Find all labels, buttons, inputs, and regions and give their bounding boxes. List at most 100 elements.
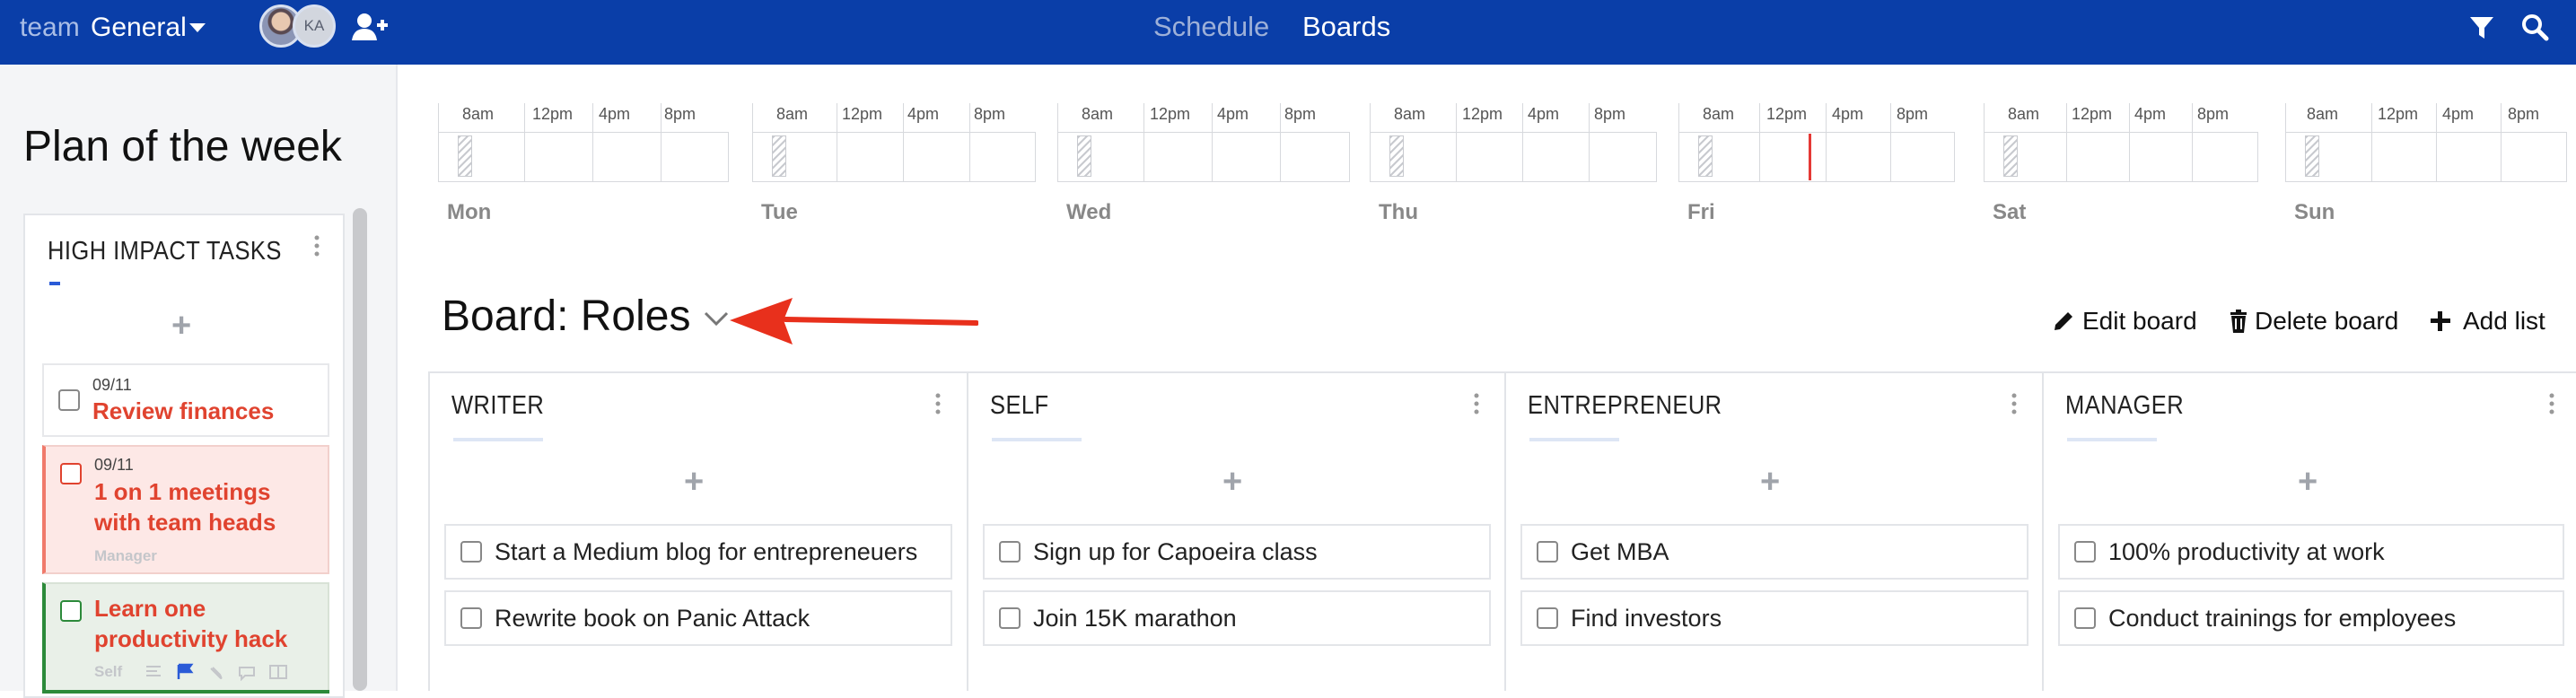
chevron-down-icon[interactable] bbox=[189, 23, 206, 32]
day-column[interactable]: 8am 12pm 4pm 8pm Tue bbox=[752, 103, 1036, 224]
more-vertical-icon[interactable] bbox=[314, 235, 320, 257]
task-card[interactable]: 09/11 Review finances bbox=[42, 363, 329, 437]
section-title: HIGH IMPACT TASKS bbox=[48, 237, 282, 266]
task-checkbox[interactable] bbox=[60, 600, 82, 622]
card-checkbox[interactable] bbox=[460, 607, 482, 629]
hour-label: 4pm bbox=[599, 105, 631, 123]
card-checkbox[interactable] bbox=[1537, 541, 1558, 563]
card-checkbox[interactable] bbox=[999, 607, 1021, 629]
hour-label: 4pm bbox=[1832, 105, 1864, 123]
hour-label: 8am bbox=[2008, 105, 2040, 123]
task-checkbox[interactable] bbox=[58, 389, 80, 411]
task-tag: Manager bbox=[94, 547, 157, 564]
card-checkbox[interactable] bbox=[460, 541, 482, 563]
hour-label: 8am bbox=[1703, 105, 1735, 123]
edit-board-button[interactable]: Edit board bbox=[2082, 307, 2197, 336]
blocked-time bbox=[458, 135, 472, 177]
team-selector[interactable]: General bbox=[91, 13, 187, 43]
day-label: Wed bbox=[1066, 200, 1112, 224]
list-title: SELF bbox=[990, 391, 1049, 420]
task-date: 09/11 bbox=[94, 456, 134, 474]
card-checkbox[interactable] bbox=[1537, 607, 1558, 629]
task-card[interactable]: Learn one productivity hack Self bbox=[42, 582, 329, 694]
day-timeline[interactable] bbox=[1370, 132, 1657, 182]
task-card[interactable]: 09/11 1 on 1 meetings with team heads Ma… bbox=[42, 445, 329, 574]
day-column[interactable]: 8am 12pm 4pm 8pm Mon bbox=[438, 103, 729, 224]
hour-label: 8am bbox=[2307, 105, 2339, 123]
day-column[interactable]: 8am 12pm 4pm 8pm Sat bbox=[1984, 103, 2258, 224]
sidebar-scrollbar[interactable] bbox=[353, 208, 367, 691]
avatar-initials[interactable]: KA bbox=[293, 4, 336, 48]
hour-label: 8pm bbox=[1284, 105, 1317, 123]
day-timeline[interactable] bbox=[2285, 132, 2567, 182]
task-date: 09/11 bbox=[92, 376, 132, 394]
nav-schedule[interactable]: Schedule bbox=[1153, 11, 1269, 43]
search-icon[interactable] bbox=[2520, 13, 2549, 41]
annotation-arrow-icon bbox=[730, 298, 978, 345]
list-card[interactable]: Join 15K marathon bbox=[983, 590, 1491, 646]
day-timeline[interactable] bbox=[1984, 132, 2258, 182]
add-card-button[interactable]: + bbox=[2298, 463, 2318, 502]
hour-label: 8pm bbox=[2197, 105, 2230, 123]
list-card[interactable]: Find investors bbox=[1520, 590, 2028, 646]
list-card[interactable]: Conduct trainings for employees bbox=[2058, 590, 2564, 646]
hour-label: 8am bbox=[1082, 105, 1114, 123]
day-label: Mon bbox=[447, 200, 492, 224]
more-vertical-icon[interactable] bbox=[1474, 393, 1479, 414]
high-impact-tasks-panel: HIGH IMPACT TASKS + 09/11 Review finance… bbox=[23, 214, 345, 698]
day-timeline[interactable] bbox=[1678, 132, 1955, 182]
day-column[interactable]: 8am 12pm 4pm 8pm Thu bbox=[1370, 103, 1657, 224]
task-title: 1 on 1 meetings with team heads bbox=[94, 478, 276, 536]
day-column[interactable]: 8am 12pm 4pm 8pm Fri bbox=[1678, 103, 1955, 224]
add-card-button[interactable]: + bbox=[1222, 463, 1242, 502]
hour-label: 12pm bbox=[2378, 105, 2419, 123]
more-vertical-icon[interactable] bbox=[935, 393, 941, 414]
hour-label: 12pm bbox=[532, 105, 574, 123]
card-text: Join 15K marathon bbox=[1033, 605, 1237, 632]
day-timeline[interactable] bbox=[1057, 132, 1350, 182]
day-timeline[interactable] bbox=[752, 132, 1036, 182]
list-title: ENTREPRENEUR bbox=[1528, 391, 1722, 420]
add-member-icon[interactable] bbox=[352, 12, 388, 42]
card-text: Rewrite book on Panic Attack bbox=[495, 605, 810, 632]
board-list: MANAGER + 100% productivity at work Cond… bbox=[2042, 373, 2576, 691]
day-label: Sat bbox=[1993, 200, 2027, 224]
add-task-button[interactable]: + bbox=[171, 307, 191, 345]
day-label: Thu bbox=[1379, 200, 1418, 224]
filter-icon[interactable] bbox=[2468, 14, 2495, 41]
list-card[interactable]: Sign up for Capoeira class bbox=[983, 524, 1491, 580]
hour-label: 12pm bbox=[2072, 105, 2113, 123]
day-timeline[interactable] bbox=[438, 132, 729, 182]
hour-label: 8pm bbox=[974, 105, 1006, 123]
hour-label: 4pm bbox=[907, 105, 940, 123]
day-column[interactable]: 8am 12pm 4pm 8pm Sun bbox=[2285, 103, 2567, 224]
more-vertical-icon[interactable] bbox=[2549, 393, 2554, 414]
more-vertical-icon[interactable] bbox=[2011, 393, 2017, 414]
add-card-button[interactable]: + bbox=[1760, 463, 1780, 502]
list-underline bbox=[992, 438, 1082, 441]
trash-icon[interactable] bbox=[2226, 309, 2251, 334]
card-checkbox[interactable] bbox=[2074, 607, 2096, 629]
task-checkbox[interactable] bbox=[60, 463, 82, 484]
hour-label: 4pm bbox=[2442, 105, 2475, 123]
list-card[interactable]: Start a Medium blog for entrepreneuers bbox=[444, 524, 952, 580]
card-text: Sign up for Capoeira class bbox=[1033, 538, 1318, 565]
list-card[interactable]: Get MBA bbox=[1520, 524, 2028, 580]
board-list: ENTREPRENEUR + Get MBA Find investors bbox=[1504, 373, 2043, 691]
team-label: team bbox=[20, 13, 80, 42]
day-column[interactable]: 8am 12pm 4pm 8pm Wed bbox=[1057, 103, 1350, 224]
list-card[interactable]: Rewrite book on Panic Attack bbox=[444, 590, 952, 646]
hour-label: 8am bbox=[462, 105, 495, 123]
card-checkbox[interactable] bbox=[2074, 541, 2096, 563]
plus-icon[interactable] bbox=[2428, 309, 2453, 334]
list-card[interactable]: 100% productivity at work bbox=[2058, 524, 2564, 580]
add-list-button[interactable]: Add list bbox=[2463, 307, 2545, 336]
card-text: 100% productivity at work bbox=[2108, 538, 2385, 565]
delete-board-button[interactable]: Delete board bbox=[2255, 307, 2398, 336]
list-title: WRITER bbox=[451, 391, 545, 420]
pencil-icon[interactable] bbox=[2051, 309, 2076, 334]
nav-boards[interactable]: Boards bbox=[1302, 11, 1390, 43]
list-underline bbox=[2067, 438, 2157, 441]
add-card-button[interactable]: + bbox=[684, 463, 704, 502]
card-checkbox[interactable] bbox=[999, 541, 1021, 563]
